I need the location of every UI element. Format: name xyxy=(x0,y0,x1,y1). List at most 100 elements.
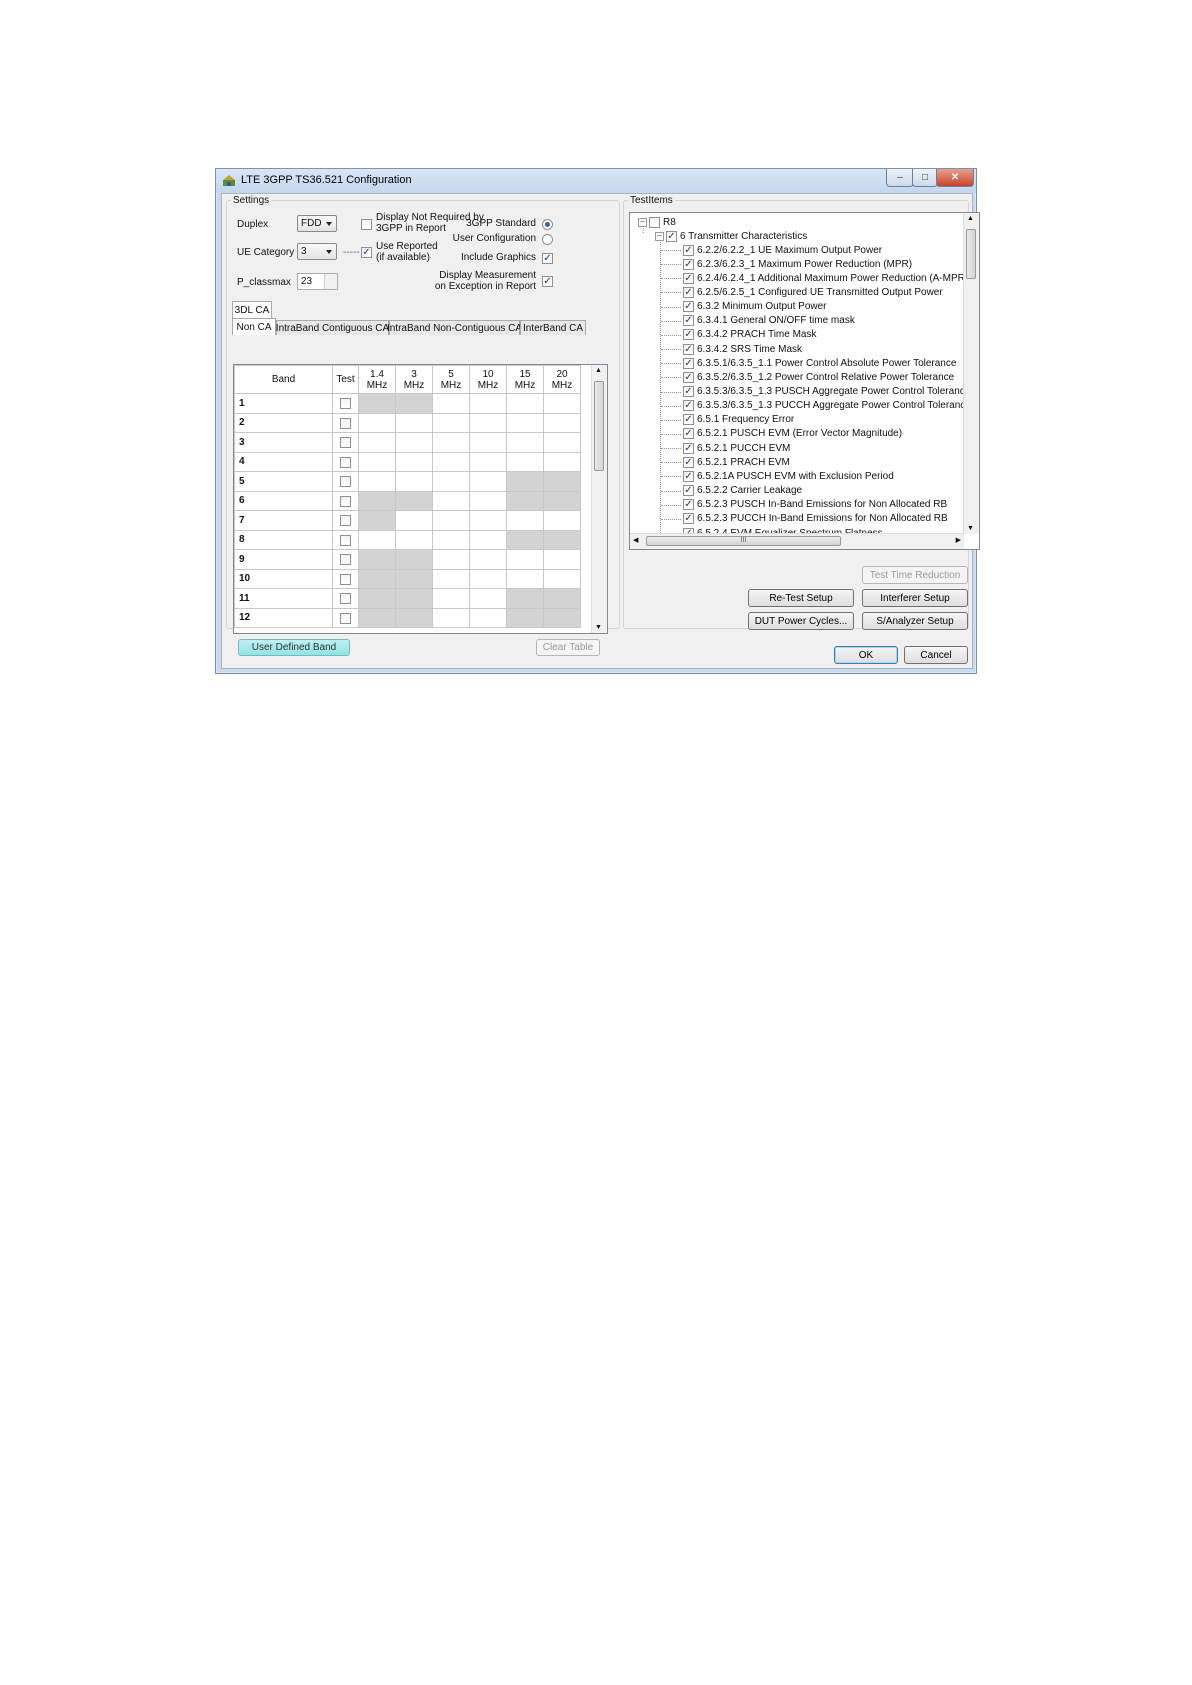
tree-checkbox[interactable]: ✓ xyxy=(683,499,694,511)
tree-vertical-scrollbar[interactable]: ▲ ▼ xyxy=(963,213,979,534)
tree-checkbox[interactable]: ✓ xyxy=(683,301,694,313)
collapse-icon[interactable]: – xyxy=(655,232,664,241)
test-items-tree[interactable]: – R8 – ✓ 6 Transmitter Characteristics ✓… xyxy=(629,212,980,550)
test-time-reduction-button[interactable]: Test Time Reduction xyxy=(862,566,968,584)
scroll-left-icon[interactable]: ◀ xyxy=(633,536,638,544)
tab-non-ca[interactable]: Non CA xyxy=(232,318,276,335)
bandwidth-cell[interactable] xyxy=(506,451,544,472)
bandwidth-cell[interactable] xyxy=(506,529,544,550)
tree-checkbox[interactable]: ✓ xyxy=(683,456,694,468)
tree-checkbox[interactable]: ✓ xyxy=(683,329,694,341)
tree-item[interactable]: ✓ 6.3.2 Minimum Output Power xyxy=(661,300,827,314)
bandwidth-cell[interactable] xyxy=(432,471,470,492)
tree-checkbox[interactable]: ✓ xyxy=(666,230,677,242)
bandwidth-cell[interactable] xyxy=(543,529,581,550)
p-classmax-stepper[interactable]: 23 xyxy=(297,273,338,290)
tree-checkbox[interactable]: ✓ xyxy=(683,315,694,327)
tree-checkbox[interactable]: ✓ xyxy=(683,272,694,284)
bandwidth-cell[interactable] xyxy=(432,568,470,589)
bandwidth-cell[interactable] xyxy=(395,412,433,433)
bandwidth-cell[interactable] xyxy=(395,510,433,531)
bandwidth-cell[interactable] xyxy=(543,588,581,609)
bandwidth-cell[interactable] xyxy=(543,510,581,531)
tree-item[interactable]: ✓ 6.5.2.1 PRACH EVM xyxy=(661,455,790,469)
band-test-checkbox[interactable] xyxy=(340,437,351,448)
bandwidth-cell[interactable] xyxy=(469,451,507,472)
tree-item[interactable]: ✓ 6.3.5.3/6.3.5_1.3 PUCCH Aggregate Power… xyxy=(661,399,971,413)
tree-checkbox[interactable]: ✓ xyxy=(683,485,694,497)
tab-intraband-non-contiguous-ca[interactable]: IntraBand Non-Contiguous CA xyxy=(387,320,522,335)
band-test-checkbox[interactable] xyxy=(340,573,351,585)
band-test-checkbox[interactable] xyxy=(340,476,351,487)
bandwidth-cell[interactable] xyxy=(469,607,507,628)
display-not-required-checkbox[interactable] xyxy=(361,219,372,230)
bandwidth-cell[interactable] xyxy=(506,607,544,628)
tree-item[interactable]: ✓ 6.3.5.2/6.3.5_1.2 Power Control Relativ… xyxy=(661,370,954,384)
bandwidth-cell[interactable] xyxy=(395,588,433,609)
scrollbar-thumb[interactable] xyxy=(594,381,604,471)
band-test-checkbox[interactable] xyxy=(340,554,351,565)
tree-checkbox[interactable]: ✓ xyxy=(683,470,694,482)
tree-group-item[interactable]: ✓ 6 Transmitter Characteristics xyxy=(666,229,807,243)
tree-item[interactable]: ✓ 6.2.4/6.2.4_1 Additional Maximum Power … xyxy=(661,271,968,285)
bandwidth-cell[interactable] xyxy=(432,393,470,414)
tree-checkbox[interactable]: ✓ xyxy=(683,244,694,256)
cancel-button[interactable]: Cancel xyxy=(904,646,968,664)
bandwidth-cell[interactable] xyxy=(432,529,470,550)
bandwidth-cell[interactable] xyxy=(469,432,507,453)
bandwidth-cell[interactable] xyxy=(395,607,433,628)
ok-button[interactable]: OK xyxy=(834,646,898,664)
bandwidth-cell[interactable] xyxy=(395,529,433,550)
band-test-checkbox[interactable] xyxy=(340,593,351,604)
bandwidth-cell[interactable] xyxy=(358,529,396,550)
tree-item[interactable]: ✓ 6.5.2.1A PUSCH EVM with Exclusion Perio… xyxy=(661,469,894,483)
bandwidth-cell[interactable] xyxy=(358,588,396,609)
bandwidth-cell[interactable] xyxy=(506,432,544,453)
bandwidth-cell[interactable] xyxy=(506,393,544,414)
table-vertical-scrollbar[interactable]: ▲ ▼ xyxy=(591,365,607,633)
maximize-button[interactable]: □ xyxy=(912,169,938,187)
dut-power-cycles-button[interactable]: DUT Power Cycles... xyxy=(748,612,854,630)
bandwidth-cell[interactable] xyxy=(432,588,470,609)
bandwidth-cell[interactable] xyxy=(395,471,433,492)
ue-category-select[interactable]: 3 xyxy=(297,243,337,260)
bandwidth-cell[interactable] xyxy=(543,432,581,453)
bandwidth-cell[interactable] xyxy=(469,568,507,589)
bandwidth-cell[interactable] xyxy=(395,432,433,453)
band-test-checkbox[interactable] xyxy=(340,515,351,526)
bandwidth-cell[interactable] xyxy=(358,432,396,453)
bandwidth-cell[interactable] xyxy=(395,393,433,414)
bandwidth-cell[interactable] xyxy=(432,510,470,531)
bandwidth-cell[interactable] xyxy=(543,607,581,628)
display-measurement-checkbox[interactable]: ✓ xyxy=(542,276,553,287)
band-test-checkbox[interactable] xyxy=(340,495,351,507)
bandwidth-cell[interactable] xyxy=(395,490,433,511)
bandwidth-cell[interactable] xyxy=(506,490,544,511)
use-reported-checkbox[interactable]: ✓ xyxy=(361,247,372,258)
bandwidth-cell[interactable] xyxy=(543,490,581,511)
bandwidth-cell[interactable] xyxy=(469,412,507,433)
bandwidth-cell[interactable] xyxy=(395,568,433,589)
bandwidth-cell[interactable] xyxy=(543,393,581,414)
tree-checkbox[interactable]: ✓ xyxy=(683,400,694,412)
scrollbar-thumb[interactable]: III xyxy=(646,536,841,546)
bandwidth-cell[interactable] xyxy=(469,510,507,531)
tree-checkbox[interactable]: ✓ xyxy=(683,357,694,369)
scroll-down-icon[interactable]: ▼ xyxy=(595,624,602,631)
bandwidth-cell[interactable] xyxy=(432,607,470,628)
bandwidth-cell[interactable] xyxy=(358,568,396,589)
bandwidth-cell[interactable] xyxy=(469,529,507,550)
bandwidth-cell[interactable] xyxy=(543,549,581,570)
title-bar[interactable]: LTE 3GPP TS36.521 Configuration – □ ✕ xyxy=(216,169,976,193)
close-button[interactable]: ✕ xyxy=(936,169,974,187)
tree-checkbox[interactable]: ✓ xyxy=(683,442,694,454)
bandwidth-cell[interactable] xyxy=(432,432,470,453)
minimize-button[interactable]: – xyxy=(886,169,914,187)
band-test-checkbox[interactable] xyxy=(340,398,351,409)
tree-checkbox[interactable]: ✓ xyxy=(683,343,694,355)
bandwidth-cell[interactable] xyxy=(543,568,581,589)
tree-item[interactable]: ✓ 6.3.4.1 General ON/OFF time mask xyxy=(661,314,855,328)
tree-checkbox[interactable] xyxy=(649,216,660,228)
tree-item[interactable]: ✓ 6.5.2.2 Carrier Leakage xyxy=(661,484,802,498)
scroll-right-icon[interactable]: ▶ xyxy=(956,536,961,544)
